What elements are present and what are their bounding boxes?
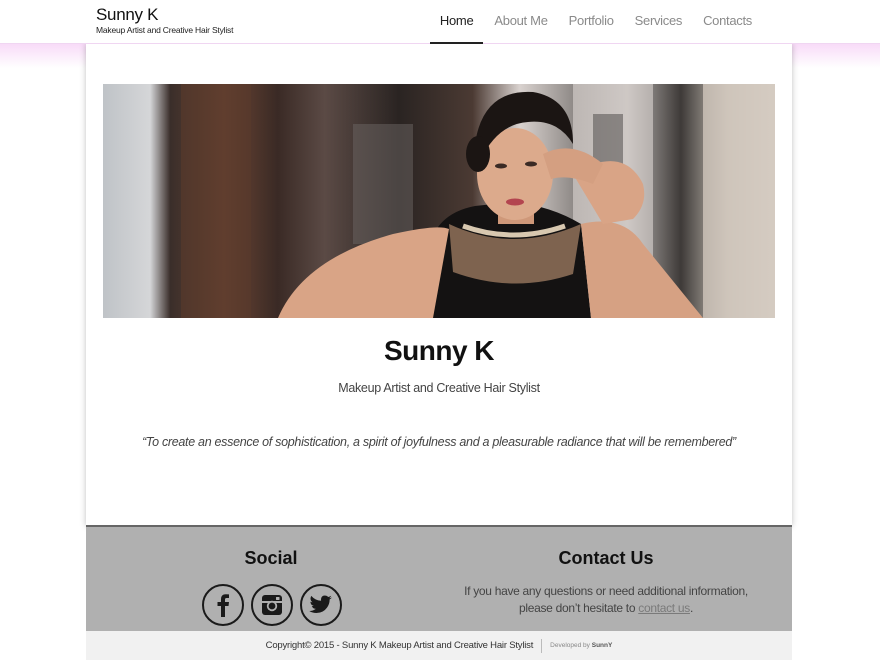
main-card: Sunny K Makeup Artist and Creative Hair … [86,44,792,526]
hero-portrait-illustration [181,84,775,318]
brand-name[interactable]: Sunny K [96,5,233,25]
nav-services[interactable]: Services [625,0,692,44]
brand-tagline: Makeup Artist and Creative Hair Stylist [96,25,234,35]
copyright-bar: Copyright© 2015 - Sunny K Makeup Artist … [86,631,792,660]
nav-home[interactable]: Home [429,0,484,44]
nav-portfolio[interactable]: Portfolio [559,0,624,44]
social-heading: Social [244,548,298,568]
nav-about-me[interactable]: About Me [484,0,557,44]
developer-name[interactable]: SunnY [592,642,613,649]
hero-image [103,84,775,318]
twitter-icon[interactable] [300,584,342,626]
nav-contacts[interactable]: Contacts [693,0,762,44]
contact-us-link[interactable]: contact us [638,601,690,615]
developed-by-label: Developed by [550,642,590,649]
hero-subtitle: Makeup Artist and Creative Hair Stylist [338,381,540,395]
contact-text: If you have any questions or need additi… [446,583,766,617]
developer-credit: Developed by SunnY [550,642,612,649]
contact-text-end: . [689,601,693,615]
footer: Social Contact Us If you have any questi… [86,525,792,631]
copyright-divider [541,638,543,653]
copyright-text: Copyright© 2015 - Sunny K Makeup Artist … [265,640,534,651]
top-navbar: Sunny K Makeup Artist and Creative Hair … [0,0,880,44]
hero-quote: “To create an essence of sophistication,… [142,435,736,449]
facebook-icon[interactable] [202,584,244,626]
main-nav: Home About Me Portfolio Services Contact… [429,0,762,44]
brand[interactable]: Sunny K Makeup Artist and Creative Hair … [96,5,233,36]
hero-title: Sunny K [383,335,495,366]
contact-text-body: If you have any questions or need additi… [464,584,748,615]
social-links [202,584,342,626]
instagram-icon[interactable] [251,584,293,626]
contact-heading: Contact Us [558,548,654,568]
